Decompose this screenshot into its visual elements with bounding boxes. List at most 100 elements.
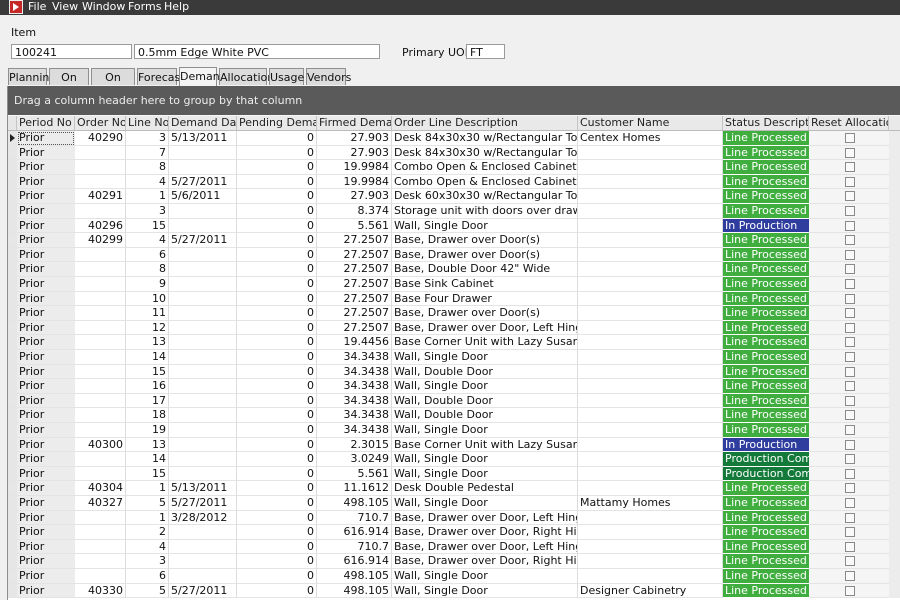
cell-customer-name[interactable] [578,452,723,467]
row-indicator[interactable] [8,452,17,467]
reset-allocation-checkbox[interactable] [845,147,855,158]
menu-window[interactable]: Window [82,0,125,14]
row-indicator[interactable] [8,262,17,277]
cell-customer-name[interactable]: Designer Cabinetry [578,583,723,599]
cell-demand-date[interactable]: 5/13/2011 [169,131,237,146]
cell-line-no[interactable]: 4 [126,539,169,555]
menu-file[interactable]: File [28,0,46,14]
cell-period-no[interactable]: Prior [17,277,75,292]
cell-demand-date[interactable]: 5/27/2011 [169,174,237,190]
cell-customer-name[interactable] [578,291,723,307]
cell-status-description[interactable]: Line Processed [723,320,809,336]
cell-order-line-description[interactable]: Base, Drawer over Door, Left Hinged [392,539,578,555]
cell-firmed-demand[interactable]: 19.9984 [317,174,392,190]
reset-allocation-checkbox[interactable] [845,454,855,465]
cell-line-no[interactable]: 6 [126,569,169,584]
row-indicator[interactable] [8,496,17,511]
cell-demand-date[interactable] [169,306,237,321]
row-indicator[interactable] [8,364,17,380]
cell-status-description[interactable]: Production Complete [723,452,809,467]
cell-customer-name[interactable]: Centex Homes [578,131,723,146]
cell-order-no[interactable] [75,350,126,365]
cell-customer-name[interactable] [578,277,723,292]
cell-demand-date[interactable] [169,379,237,394]
cell-order-no[interactable]: 40296 [75,218,126,234]
reset-allocation-checkbox[interactable] [845,395,855,406]
cell-customer-name[interactable] [578,160,723,175]
cell-line-no[interactable]: 14 [126,452,169,467]
cell-status-description[interactable]: Line Processed [723,160,809,175]
cell-order-no[interactable] [75,145,126,161]
cell-order-no[interactable] [75,569,126,584]
cell-customer-name[interactable] [578,204,723,219]
cell-order-no[interactable] [75,364,126,380]
cell-line-no[interactable]: 8 [126,160,169,175]
reset-allocation-checkbox[interactable] [845,512,855,523]
col-header-line-no[interactable]: Line No [126,116,169,130]
cell-period-no[interactable]: Prior [17,438,75,453]
table-row[interactable]: Prior 1 3/28/2012 0 710.7 Base, Drawer over D… [8,510,900,526]
cell-firmed-demand[interactable]: 27.2507 [317,233,392,248]
cell-status-description[interactable]: Line Processed [723,145,809,161]
cell-line-no[interactable]: 4 [126,174,169,190]
cell-order-no[interactable] [75,379,126,394]
cell-customer-name[interactable] [578,481,723,496]
table-row[interactable]: Prior 15 0 34.3438 Wall, Double Door Line Pro… [8,364,900,380]
menu-view[interactable]: View [52,0,78,14]
row-indicator[interactable] [8,423,17,438]
group-by-area[interactable]: Drag a column header here to group by th… [8,86,900,115]
row-indicator[interactable] [8,539,17,555]
table-row[interactable]: Prior 40304 1 5/13/2011 0 11.1612 Desk Double … [8,481,900,496]
table-row[interactable]: Prior 10 0 27.2507 Base Four Drawer Line Proc… [8,291,900,307]
table-row[interactable]: Prior 11 0 27.2507 Base, Drawer over Door(s)… [8,306,900,321]
cell-period-no[interactable]: Prior [17,321,75,336]
cell-customer-name[interactable]: Mattamy Homes [578,496,723,511]
cell-customer-name[interactable] [578,320,723,336]
cell-period-no[interactable]: Prior [17,569,75,584]
col-header-status-description[interactable]: Status Description [723,116,809,130]
cell-firmed-demand[interactable]: 27.903 [317,145,392,161]
cell-period-no[interactable]: Prior [17,292,75,307]
row-indicator[interactable] [8,189,17,204]
cell-order-no[interactable]: 40330 [75,583,126,599]
row-indicator[interactable] [8,554,17,569]
tab-usage[interactable]: Usage [269,68,304,85]
cell-order-line-description[interactable]: Wall, Single Door [392,350,578,365]
cell-status-description[interactable]: Line Processed [723,583,809,599]
cell-customer-name[interactable] [578,174,723,190]
cell-order-line-description[interactable]: Wall, Double Door [392,393,578,409]
table-row[interactable]: Prior 14 0 34.3438 Wall, Single Door Line Pro… [8,350,900,365]
cell-line-no[interactable]: 7 [126,145,169,161]
cell-order-line-description[interactable]: Desk 60x30x30 w/Rectangular Top [392,189,578,204]
cell-line-no[interactable]: 5 [126,496,169,511]
cell-pending-demand[interactable]: 0 [237,247,317,263]
cell-firmed-demand[interactable]: 498.105 [317,569,392,584]
item-number-field[interactable]: 100241 [11,44,132,59]
cell-firmed-demand[interactable]: 5.561 [317,218,392,234]
table-row[interactable]: Prior 40327 5 5/27/2011 0 498.105 Wall, Single… [8,496,900,511]
cell-order-line-description[interactable]: Base, Drawer over Door, Left Hinged [392,510,578,526]
cell-status-description[interactable]: Line Processed [723,364,809,380]
cell-firmed-demand[interactable]: 27.2507 [317,277,392,292]
table-row[interactable]: Prior 19 0 34.3438 Wall, Single Door Line Pro… [8,423,900,438]
reset-allocation-checkbox[interactable] [845,352,855,362]
table-row[interactable]: Prior 40300 13 0 2.3015 Base Corner Unit with… [8,437,900,453]
cell-line-no[interactable]: 11 [126,306,169,321]
cell-demand-date[interactable] [169,539,237,555]
cell-status-description[interactable]: Line Processed [723,350,809,365]
cell-order-line-description[interactable]: Base, Drawer over Door, Right Hinged [392,525,578,540]
cell-pending-demand[interactable]: 0 [237,510,317,526]
cell-customer-name[interactable] [578,364,723,380]
cell-firmed-demand[interactable]: 27.903 [317,131,392,146]
cell-demand-date[interactable] [169,525,237,540]
cell-firmed-demand[interactable]: 27.2507 [317,320,392,336]
cell-line-no[interactable]: 19 [126,423,169,438]
row-indicator[interactable] [8,174,17,190]
cell-firmed-demand[interactable]: 34.3438 [317,408,392,423]
cell-status-description[interactable]: Line Processed [723,306,809,321]
cell-order-no[interactable]: 40327 [75,496,126,511]
cell-pending-demand[interactable]: 0 [237,145,317,161]
reset-allocation-checkbox[interactable] [845,293,855,304]
cell-period-no[interactable]: Prior [17,146,75,161]
cell-demand-date[interactable]: 3/28/2012 [169,510,237,526]
